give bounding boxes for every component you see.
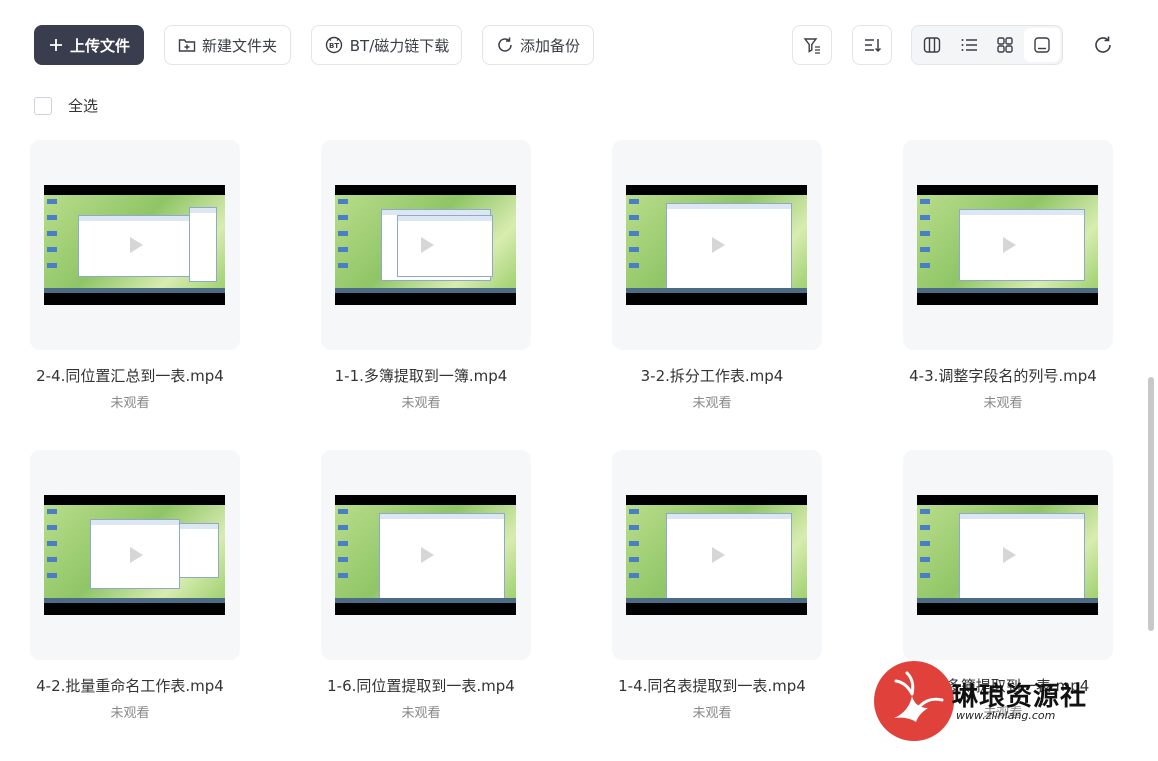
list-view-icon xyxy=(961,39,977,51)
backup-icon xyxy=(498,37,512,52)
filter-icon xyxy=(803,38,820,54)
file-card[interactable] xyxy=(612,140,822,350)
new-folder-label: 新建文件夹 xyxy=(201,36,277,55)
file-name[interactable]: 1-6.同位置提取到一表.mp4 xyxy=(291,675,551,696)
file-status: 未观看 xyxy=(692,396,732,411)
bt-download-label: BT/磁力链下载 xyxy=(349,36,450,55)
file-status: 未观看 xyxy=(110,706,150,721)
video-thumbnail[interactable] xyxy=(626,495,807,615)
watermark: 琳琅资源社 www.zlinlang.com xyxy=(872,656,1142,746)
file-card[interactable] xyxy=(30,450,240,660)
file-card[interactable] xyxy=(321,140,531,350)
preview-view-option[interactable] xyxy=(1023,28,1060,62)
play-icon xyxy=(130,237,143,253)
view-mode-switcher xyxy=(911,25,1063,65)
file-status: 未观看 xyxy=(692,706,732,721)
grid-view-option[interactable] xyxy=(987,28,1023,62)
plus-icon xyxy=(49,39,62,51)
file-card[interactable] xyxy=(903,140,1113,350)
file-card[interactable] xyxy=(903,450,1113,660)
upload-label: 上传文件 xyxy=(69,36,130,55)
file-status: 未观看 xyxy=(983,396,1023,411)
bt-download-button[interactable]: BT BT/磁力链下载 xyxy=(311,25,462,65)
file-card[interactable] xyxy=(612,450,822,660)
video-thumbnail[interactable] xyxy=(335,495,516,615)
column-view-icon xyxy=(923,37,941,53)
upload-button[interactable]: 上传文件 xyxy=(34,25,144,65)
play-icon xyxy=(712,547,725,563)
grid-view-icon xyxy=(997,37,1014,53)
file-name[interactable]: 4-2.批量重命名工作表.mp4 xyxy=(0,675,260,696)
file-name[interactable]: 1-1.多簿提取到一簿.mp4 xyxy=(291,365,551,386)
file-name[interactable]: 1-4.同名表提取到一表.mp4 xyxy=(582,675,842,696)
filter-button[interactable] xyxy=(792,25,832,65)
preview-view-icon xyxy=(1034,37,1050,53)
svg-text:BT: BT xyxy=(329,42,339,50)
folder-plus-icon xyxy=(178,39,196,52)
sort-button[interactable] xyxy=(852,25,892,65)
refresh-icon xyxy=(1095,36,1111,53)
video-thumbnail[interactable] xyxy=(917,185,1098,305)
toolbar: 上传文件 新建文件夹 BT BT/磁力链下载 添加备份 xyxy=(0,0,1158,90)
file-name[interactable]: 2-4.同位置汇总到一表.mp4 xyxy=(0,365,260,386)
play-icon xyxy=(421,237,434,253)
video-thumbnail[interactable] xyxy=(917,495,1098,615)
file-status: 未观看 xyxy=(110,396,150,411)
file-name[interactable]: 3-2.拆分工作表.mp4 xyxy=(582,365,842,386)
bt-icon: BT xyxy=(325,36,342,54)
file-status: 未观看 xyxy=(401,396,441,411)
play-icon xyxy=(130,547,143,563)
select-all[interactable]: 全选 xyxy=(34,95,98,116)
sort-icon xyxy=(865,39,881,53)
watermark-title: 琳琅资源社 xyxy=(952,682,1088,712)
scrollbar[interactable] xyxy=(1148,377,1154,631)
play-icon xyxy=(712,237,725,253)
video-thumbnail[interactable] xyxy=(44,495,225,615)
select-all-label: 全选 xyxy=(68,97,99,115)
video-thumbnail[interactable] xyxy=(335,185,516,305)
new-folder-button[interactable]: 新建文件夹 xyxy=(164,25,291,65)
list-view-option[interactable] xyxy=(951,28,987,62)
column-view-option[interactable] xyxy=(914,28,950,62)
add-backup-button[interactable]: 添加备份 xyxy=(482,25,594,65)
add-backup-label: 添加备份 xyxy=(519,36,580,55)
file-status: 未观看 xyxy=(401,706,441,721)
file-name[interactable]: 4-3.调整字段名的列号.mp4 xyxy=(873,365,1133,386)
file-card[interactable] xyxy=(30,140,240,350)
video-thumbnail[interactable] xyxy=(44,185,225,305)
watermark-url: www.zlinlang.com xyxy=(956,709,1056,722)
file-card[interactable] xyxy=(321,450,531,660)
play-icon xyxy=(1003,547,1016,563)
select-all-checkbox[interactable] xyxy=(34,96,52,115)
video-thumbnail[interactable] xyxy=(626,185,807,305)
play-icon xyxy=(1003,237,1016,253)
play-icon xyxy=(421,547,434,563)
deer-logo-icon xyxy=(874,661,954,741)
refresh-button[interactable] xyxy=(1088,30,1118,60)
